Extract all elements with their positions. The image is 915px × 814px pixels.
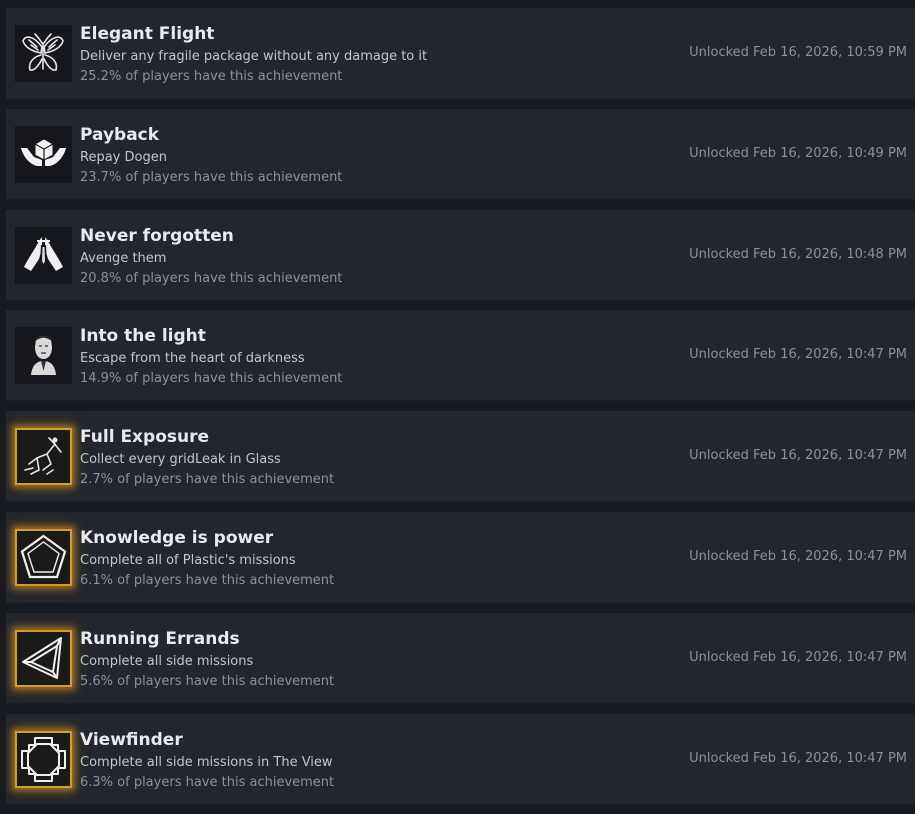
achievement-title: Knowledge is power <box>80 528 274 548</box>
achievement-title: Payback <box>80 125 160 145</box>
achievement-title: Never forgotten <box>80 226 234 246</box>
runner-icon <box>15 428 72 485</box>
achievement-description: Complete all side missions in The View <box>80 755 333 770</box>
hands-holding-cube-icon <box>15 126 72 183</box>
unlock-time: Unlocked Feb 16, 2026, 10:49 PM <box>689 146 907 161</box>
achievement-title: Running Errands <box>80 629 240 649</box>
unlock-time: Unlocked Feb 16, 2026, 10:47 PM <box>689 347 907 362</box>
achievement-title: Into the light <box>80 326 206 346</box>
achievement-description: Collect every gridLeak in Glass <box>80 452 281 467</box>
achievement-percent: 6.3% of players have this achievement <box>80 775 335 790</box>
portrait-icon <box>15 327 72 384</box>
achievement-title: Elegant Flight <box>80 24 215 44</box>
achievement-percent: 14.9% of players have this achievement <box>80 371 343 386</box>
achievement-percent: 5.6% of players have this achievement <box>80 674 335 689</box>
achievement-row[interactable]: Running Errands Complete all side missio… <box>6 613 915 704</box>
unlock-time: Unlocked Feb 16, 2026, 10:59 PM <box>689 45 907 60</box>
achievement-description: Complete all side missions <box>80 654 254 669</box>
achievement-row[interactable]: Viewfinder Complete all side missions in… <box>6 714 915 805</box>
achievement-percent: 2.7% of players have this achievement <box>80 472 335 487</box>
unlock-time: Unlocked Feb 16, 2026, 10:47 PM <box>689 650 907 665</box>
pentagon-icon <box>15 529 72 586</box>
achievement-description: Deliver any fragile package without any … <box>80 49 428 64</box>
achievement-row[interactable]: Full Exposure Collect every gridLeak in … <box>6 411 915 502</box>
achievement-title: Full Exposure <box>80 427 210 447</box>
unlock-time: Unlocked Feb 16, 2026, 10:47 PM <box>689 448 907 463</box>
unlock-time: Unlocked Feb 16, 2026, 10:47 PM <box>689 751 907 766</box>
praying-hands-icon <box>15 227 72 284</box>
achievement-row[interactable]: Knowledge is power Complete all of Plast… <box>6 512 915 603</box>
achievement-row[interactable]: Never forgotten Avenge them 20.8% of pla… <box>6 210 915 301</box>
butterfly-icon <box>15 25 72 82</box>
achievement-description: Repay Dogen <box>80 150 167 165</box>
achievement-row[interactable]: Elegant Flight Deliver any fragile packa… <box>6 8 915 99</box>
achievement-title: Viewfinder <box>80 730 183 750</box>
achievement-description: Complete all of Plastic's missions <box>80 553 296 568</box>
triangle-icon <box>15 630 72 687</box>
achievement-percent: 20.8% of players have this achievement <box>80 271 343 286</box>
unlock-time: Unlocked Feb 16, 2026, 10:48 PM <box>689 247 907 262</box>
achievement-description: Escape from the heart of darkness <box>80 351 305 366</box>
achievement-description: Avenge them <box>80 251 167 266</box>
achievement-list: Elegant Flight Deliver any fragile packa… <box>0 0 915 814</box>
octagon-frame-icon <box>15 731 72 788</box>
achievement-percent: 23.7% of players have this achievement <box>80 170 343 185</box>
achievement-row[interactable]: Into the light Escape from the heart of … <box>6 310 915 401</box>
achievement-percent: 6.1% of players have this achievement <box>80 573 335 588</box>
unlock-time: Unlocked Feb 16, 2026, 10:47 PM <box>689 549 907 564</box>
achievement-percent: 25.2% of players have this achievement <box>80 69 343 84</box>
achievement-row[interactable]: Payback Repay Dogen 23.7% of players hav… <box>6 109 915 200</box>
